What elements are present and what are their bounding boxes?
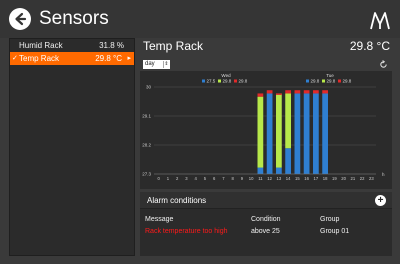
- x-tick-label: 15: [295, 176, 300, 181]
- legend-group-label: Wed: [221, 73, 231, 78]
- sensor-item-value: 31.8 %: [99, 41, 124, 50]
- x-tick-label: 0: [157, 176, 160, 181]
- legend-swatch: [338, 79, 341, 83]
- app-title: Sensors: [39, 8, 109, 29]
- x-tick-label: 20: [341, 176, 346, 181]
- bar-series-3: [303, 90, 310, 94]
- sensor-item-label: Humid Rack: [19, 41, 63, 50]
- x-tick-label: 7: [222, 176, 225, 181]
- x-tick-label: 19: [332, 176, 337, 181]
- back-button[interactable]: [9, 8, 31, 30]
- sensor-item-value: 29.8 °C: [95, 54, 122, 63]
- alarm-group: Group 01: [320, 228, 350, 235]
- legend-swatch: [202, 79, 205, 83]
- sensor-list: Humid Rack 31.8 % ✓ Temp Rack 29.8 °C ▸: [9, 38, 135, 256]
- legend-entry-label: 29.8: [223, 79, 232, 84]
- bar-series-3: [257, 93, 264, 97]
- column-header-condition: Condition: [251, 216, 281, 223]
- x-tick-label: 9: [241, 176, 244, 181]
- alarm-panel-header: Alarm conditions +: [140, 192, 392, 209]
- y-tick-label: 30: [146, 85, 152, 90]
- x-tick-label: 5: [204, 176, 207, 181]
- alarm-panel: Alarm conditions + Message Condition Gro…: [140, 192, 392, 256]
- x-tick-label: 16: [304, 176, 309, 181]
- plus-icon: +: [377, 195, 384, 206]
- bar-series-1: [266, 93, 273, 174]
- sensor-current-value: 29.8 °C: [349, 39, 390, 53]
- bar-series-3: [266, 90, 273, 94]
- legend-swatch: [322, 79, 325, 83]
- bar-series-3: [285, 90, 291, 94]
- chevron-right-icon: ▸: [127, 55, 131, 62]
- period-select[interactable]: day ⇕: [143, 60, 170, 69]
- refresh-icon[interactable]: [379, 60, 388, 69]
- bar-series-2: [285, 93, 291, 149]
- legend-entry-label: 27.5: [207, 79, 216, 84]
- sensor-detail-panel: Temp Rack 29.8 °C day ⇕ Wed 27.5 29.8 29.8 T…: [140, 38, 392, 256]
- bar-series-1: [276, 167, 282, 174]
- legend-group-label: Tue: [326, 73, 334, 78]
- x-tick-label: 17: [314, 176, 319, 181]
- sensor-item-temp-rack[interactable]: ✓ Temp Rack 29.8 °C ▸: [10, 52, 134, 65]
- legend-swatch: [218, 79, 221, 83]
- selected-indicator-icon: ✓: [12, 55, 18, 62]
- bar-series-3: [313, 90, 319, 94]
- bar-series-3: [322, 90, 328, 94]
- legend-swatch: [234, 79, 237, 83]
- brand-logo-icon: [370, 12, 390, 30]
- alarm-condition: above 25: [251, 228, 280, 235]
- column-header-group: Group: [320, 216, 340, 223]
- x-tick-label: 18: [323, 176, 328, 181]
- x-tick-label: 1: [167, 176, 170, 181]
- temperature-chart: Wed 27.5 29.8 29.8 Tue 29.8 29.8 29.8 30 29.1 28.2…: [140, 71, 392, 189]
- sensor-title: Temp Rack: [143, 39, 204, 53]
- x-tick-label: 14: [286, 176, 291, 181]
- x-tick-label: 23: [369, 176, 374, 181]
- x-tick-label: 22: [360, 176, 365, 181]
- bar-series-1: [257, 167, 264, 174]
- x-tick-label: 10: [249, 176, 254, 181]
- header-bar: Sensors: [0, 0, 400, 38]
- bar-series-1: [322, 93, 328, 174]
- x-tick-label: 2: [176, 176, 179, 181]
- back-arrow-icon: [15, 12, 27, 26]
- y-tick-label: 27.3: [142, 172, 151, 177]
- bar-series-3: [294, 90, 301, 94]
- x-tick-label: 11: [258, 176, 263, 181]
- bar-series-1: [285, 148, 291, 174]
- y-tick-label: 29.1: [142, 114, 151, 119]
- period-select-value: day: [145, 61, 155, 67]
- alarm-message[interactable]: Rack temperature too high: [145, 227, 228, 236]
- dropdown-arrows-icon: ⇕: [163, 61, 169, 68]
- legend-entry-label: 29.8: [343, 79, 352, 84]
- bar-series-1: [294, 93, 301, 174]
- bar-series-3: [276, 93, 282, 95]
- legend-entry-label: 29.8: [239, 79, 248, 84]
- column-header-message: Message: [145, 216, 174, 223]
- x-tick-label: 8: [231, 176, 234, 181]
- alarm-panel-title: Alarm conditions: [147, 196, 207, 205]
- legend-swatch: [306, 79, 309, 83]
- bar-series-2: [257, 96, 264, 168]
- bar-series-1: [313, 93, 319, 174]
- legend-entry-label: 29.8: [327, 79, 336, 84]
- sensor-item-label: Temp Rack: [19, 54, 60, 63]
- x-tick-label: 12: [267, 176, 272, 181]
- bar-series-2: [276, 93, 282, 168]
- x-tick-label: 4: [194, 176, 197, 181]
- legend-entry-label: 29.8: [311, 79, 320, 84]
- x-tick-label: 21: [351, 176, 356, 181]
- x-tick-label: 6: [213, 176, 216, 181]
- x-tick-label: 13: [277, 176, 282, 181]
- add-alarm-button[interactable]: +: [375, 195, 386, 206]
- y-tick-label: 28.2: [142, 143, 151, 148]
- chart-svg: Wed27.5 29.8 29.8Tue29.8 29.8 29.83029.128.2…: [142, 73, 385, 181]
- x-unit-label: h: [382, 172, 385, 177]
- sensor-item-humid-rack[interactable]: Humid Rack 31.8 %: [10, 39, 134, 52]
- x-tick-label: 3: [185, 176, 188, 181]
- bar-series-1: [303, 93, 310, 174]
